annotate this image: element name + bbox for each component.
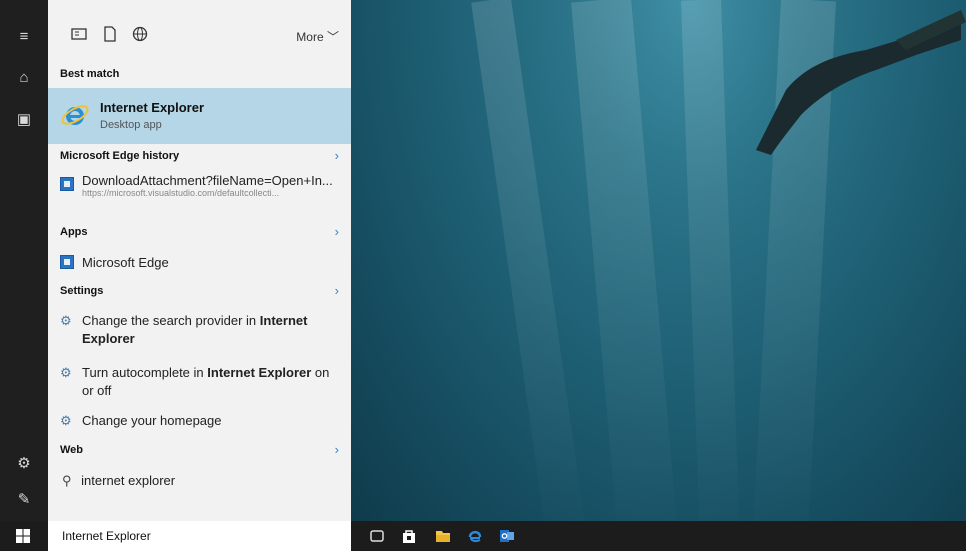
settings-header: Settings [60, 285, 104, 297]
web-result-text: internet explorer [81, 473, 176, 488]
internet-explorer-icon [61, 105, 89, 125]
settings-icon[interactable]: ⚙ [0, 448, 48, 478]
settings-item-text: on [311, 365, 330, 380]
more-filters-button[interactable]: More ﹀ [296, 28, 339, 45]
settings-item-bold: Internet Explorer [207, 365, 312, 380]
settings-item-text: Change the search provider in [82, 313, 260, 328]
hamburger-menu-icon[interactable]: ≡ [0, 21, 48, 51]
taskbar [0, 521, 966, 551]
microsoft-edge-icon [60, 177, 74, 191]
apps-item-microsoft-edge[interactable]: Microsoft Edge [82, 255, 169, 270]
documents-icon[interactable] [70, 25, 88, 43]
file-icon[interactable] [101, 25, 119, 43]
settings-chevron-icon[interactable]: › [335, 283, 339, 298]
best-match-header: Best match [60, 68, 120, 80]
file-explorer-icon[interactable] [434, 528, 452, 544]
web-chevron-icon[interactable]: › [335, 442, 339, 457]
settings-item-text: Turn autocomplete in [82, 365, 208, 380]
edge-history-item-url: https://microsoft.visualstudio.com/defau… [82, 188, 280, 198]
microsoft-edge-app-icon [60, 255, 74, 269]
search-input[interactable] [62, 529, 332, 543]
home-icon[interactable]: ⌂ [0, 62, 48, 92]
desktop-wallpaper [351, 0, 966, 521]
edge-history-item[interactable]: DownloadAttachment?fileName=Open+In... h… [82, 173, 333, 198]
store-icon[interactable] [400, 528, 418, 544]
search-icon: ⚲ [62, 473, 72, 488]
apps-header: Apps [60, 226, 88, 238]
taskbar-search-box[interactable] [48, 521, 351, 551]
web-header: Web [60, 444, 84, 456]
settings-item-homepage[interactable]: Change your homepage [82, 413, 222, 428]
best-match-result[interactable]: Internet Explorer Desktop app [48, 88, 351, 144]
windows-start-icon[interactable] [15, 528, 31, 544]
settings-item-autocomplete[interactable]: Turn autocomplete in Internet Explorer o… [82, 364, 342, 400]
settings-gear-icon: ⚙ [60, 365, 72, 380]
web-result-item[interactable]: ⚲ internet explorer [62, 473, 175, 489]
edge-history-chevron-icon[interactable]: › [335, 148, 339, 163]
edge-browser-icon[interactable] [466, 528, 484, 544]
apps-chevron-icon[interactable]: › [335, 224, 339, 239]
start-left-rail: ≡ ⌂ ▣ ⚙ ✎ [0, 0, 48, 521]
diver-image [756, 10, 966, 155]
filter-bar: More ﹀ [48, 17, 351, 51]
settings-gear-icon: ⚙ [60, 413, 72, 428]
settings-gear-icon: ⚙ [60, 313, 72, 328]
globe-icon[interactable] [131, 25, 149, 43]
feedback-icon[interactable]: ✎ [0, 484, 48, 514]
best-match-title: Internet Explorer [100, 100, 205, 115]
task-view-icon[interactable] [368, 528, 386, 544]
outlook-icon[interactable] [498, 528, 516, 544]
best-match-subtitle: Desktop app [100, 119, 162, 131]
settings-item-bold: Explorer [82, 331, 135, 346]
chevron-down-icon: ﹀ [326, 30, 339, 44]
notebook-icon[interactable]: ▣ [0, 104, 48, 134]
settings-item-bold: Internet [259, 313, 308, 328]
edge-history-header: Microsoft Edge history [60, 150, 180, 162]
edge-history-item-title: DownloadAttachment?fileName=Open+In... [82, 173, 333, 188]
settings-item-search-provider[interactable]: Change the search provider in Internet E… [82, 312, 342, 348]
search-results-panel: More ﹀ Best match Internet Explorer Desk… [48, 0, 351, 521]
settings-item-text: or off [82, 383, 112, 398]
